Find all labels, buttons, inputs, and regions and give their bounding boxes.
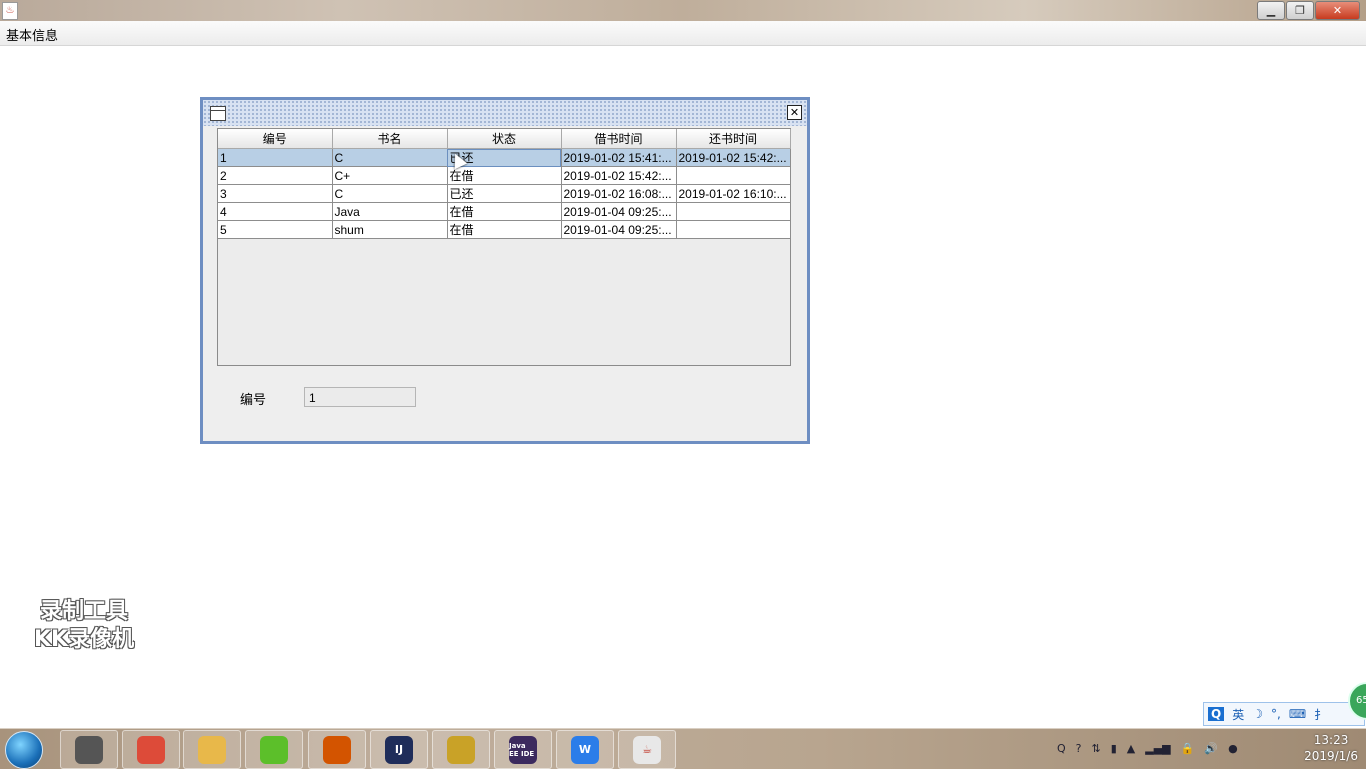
cell-return-time[interactable] <box>676 166 791 185</box>
ime-punct-icon[interactable]: °, <box>1271 707 1281 721</box>
taskbar: IJ Java EE IDE W ☕ Q ? ⇅ ▮ ▲ ▂▄▆ 🔒 🔊 ● 13:2… <box>0 728 1366 769</box>
taskbar-java-button[interactable]: ☕ <box>618 730 676 769</box>
table-scroll-pane[interactable]: 编号 书名 状态 借书时间 还书时间 1 C 已还 2019-01-02 15:… <box>217 128 791 366</box>
clock-date: 2019/1/6 <box>1304 749 1358 763</box>
cell-status[interactable]: 在借 <box>447 220 562 239</box>
cell-book-name[interactable]: shum <box>332 220 448 239</box>
close-button[interactable]: ✕ <box>1315 1 1360 20</box>
cell-status[interactable]: 在借 <box>447 166 562 185</box>
cell-return-time[interactable] <box>676 202 791 221</box>
java-ee-ide-icon: Java EE IDE <box>509 735 537 764</box>
watermark-line-1: 录制工具 <box>40 599 129 624</box>
watermark-line-2: KK录像机 <box>34 627 135 652</box>
window-icon <box>210 106 226 121</box>
cell-book-name[interactable]: Java <box>332 202 448 221</box>
col-header-return-time[interactable]: 还书时间 <box>676 129 791 149</box>
cell-borrow-time[interactable]: 2019-01-02 15:41:... <box>561 148 677 167</box>
taskbar-tools-button[interactable] <box>432 730 490 769</box>
chrome-icon <box>137 735 165 764</box>
tray-expand-icon[interactable]: ▲ <box>1127 742 1135 755</box>
file-explorer-icon <box>198 735 226 764</box>
cell-return-time[interactable] <box>676 220 791 239</box>
cell-id[interactable]: 4 <box>218 202 333 221</box>
ime-logo-icon[interactable]: Q <box>1208 707 1225 721</box>
taskbar-red-app-button[interactable] <box>308 730 366 769</box>
tray-volume-icon[interactable]: 🔊 <box>1204 742 1218 755</box>
window-title-bar[interactable]: ♨ ▁ ❐ ✕ <box>0 0 1366 21</box>
table-row[interactable]: 4 Java 在借 2019-01-04 09:25:... <box>218 202 791 221</box>
taskbar-green-app-button[interactable] <box>245 730 303 769</box>
records-internal-frame: ✕ 编号 书名 状态 借书时间 还书时间 1 C 已还 2019-01-02 1… <box>200 97 810 444</box>
tray-battery-icon[interactable]: ▮ <box>1111 742 1117 755</box>
red-app-icon <box>323 735 351 764</box>
internal-frame-title-bar[interactable]: ✕ <box>203 100 807 126</box>
table-row[interactable]: 5 shum 在借 2019-01-04 09:25:... <box>218 220 791 239</box>
cell-status[interactable]: 已还 <box>447 184 562 203</box>
taskbar-clock[interactable]: 13:23 2019/1/6 <box>1304 732 1358 764</box>
tray-network-sync-icon[interactable]: ⇅ <box>1092 742 1101 755</box>
menu-basic-info[interactable]: 基本信息 <box>6 25 58 44</box>
clock-time: 13:23 <box>1313 733 1349 747</box>
table-row[interactable]: 3 C 已还 2019-01-02 16:08:... 2019-01-02 1… <box>218 184 791 203</box>
ime-tools-icon[interactable]: ⺘ <box>1314 706 1326 723</box>
recorder-watermark: 录制工具 KK录像机 <box>34 598 134 654</box>
borrow-records-table: 编号 书名 状态 借书时间 还书时间 1 C 已还 2019-01-02 15:… <box>218 129 791 239</box>
green-app-icon <box>260 735 288 764</box>
col-header-book-name[interactable]: 书名 <box>332 129 448 149</box>
tray-qq-icon[interactable]: Q <box>1057 742 1066 755</box>
table-header: 编号 书名 状态 借书时间 还书时间 <box>218 129 791 149</box>
table-row[interactable]: 1 C 已还 2019-01-02 15:41:... 2019-01-02 1… <box>218 148 791 167</box>
taskbar-java-ee-ide-button[interactable]: Java EE IDE <box>494 730 552 769</box>
java-icon: ☕ <box>633 735 661 764</box>
cell-id[interactable]: 5 <box>218 220 333 239</box>
table-row[interactable]: 2 C+ 在借 2019-01-02 15:42:... <box>218 166 791 185</box>
cell-borrow-time[interactable]: 2019-01-02 15:42:... <box>561 166 677 185</box>
tools-icon <box>447 735 475 764</box>
ime-moon-icon[interactable]: ☽ <box>1252 707 1263 721</box>
minimize-button[interactable]: ▁ <box>1257 1 1285 20</box>
col-header-id[interactable]: 编号 <box>218 129 333 149</box>
internal-frame-close-icon[interactable]: ✕ <box>787 105 802 120</box>
restore-button[interactable]: ❐ <box>1286 1 1314 20</box>
cell-return-time[interactable]: 2019-01-02 16:10:... <box>676 184 791 203</box>
taskbar-file-explorer-button[interactable] <box>183 730 241 769</box>
taskbar-intellij-button[interactable]: IJ <box>370 730 428 769</box>
media-app-icon <box>75 735 103 764</box>
cell-borrow-time[interactable]: 2019-01-04 09:25:... <box>561 220 677 239</box>
menu-bar: 基本信息 <box>0 21 1366 46</box>
cell-status[interactable]: 在借 <box>447 202 562 221</box>
col-header-status[interactable]: 状态 <box>447 129 562 149</box>
taskbar-wps-button[interactable]: W <box>556 730 614 769</box>
cell-borrow-time[interactable]: 2019-01-02 16:08:... <box>561 184 677 203</box>
window-controls: ▁ ❐ ✕ <box>1256 1 1360 20</box>
taskbar-media-app-button[interactable] <box>60 730 118 769</box>
id-label: 编号 <box>240 393 267 408</box>
intellij-icon: IJ <box>385 735 413 764</box>
tray-signal-icon[interactable]: ▂▄▆ <box>1145 742 1170 755</box>
id-field[interactable]: 1 <box>304 387 416 407</box>
cell-id[interactable]: 1 <box>218 148 333 167</box>
tray-security-icon[interactable]: ● <box>1228 742 1238 755</box>
taskbar-chrome-button[interactable] <box>122 730 180 769</box>
wps-icon: W <box>571 735 599 764</box>
start-button[interactable] <box>5 731 43 769</box>
cell-id[interactable]: 3 <box>218 184 333 203</box>
tray-device-icon[interactable]: 🔒 <box>1181 742 1195 755</box>
col-header-borrow-time[interactable]: 借书时间 <box>561 129 677 149</box>
cell-book-name[interactable]: C+ <box>332 166 448 185</box>
ime-keyboard-icon[interactable]: ⌨ <box>1289 707 1306 721</box>
cell-borrow-time[interactable]: 2019-01-04 09:25:... <box>561 202 677 221</box>
ime-mode-toggle[interactable]: 英 <box>1232 706 1244 723</box>
cell-book-name[interactable]: C <box>332 184 448 203</box>
cell-book-name[interactable]: C <box>332 148 448 167</box>
system-tray: Q ? ⇅ ▮ ▲ ▂▄▆ 🔒 🔊 ● <box>1052 733 1243 763</box>
java-icon: ♨ <box>2 2 18 20</box>
tray-help-icon[interactable]: ? <box>1076 742 1082 755</box>
cell-id[interactable]: 2 <box>218 166 333 185</box>
cell-return-time[interactable]: 2019-01-02 15:42:... <box>676 148 791 167</box>
ime-toolbar[interactable]: Q 英 ☽ °, ⌨ ⺘ <box>1203 702 1365 726</box>
